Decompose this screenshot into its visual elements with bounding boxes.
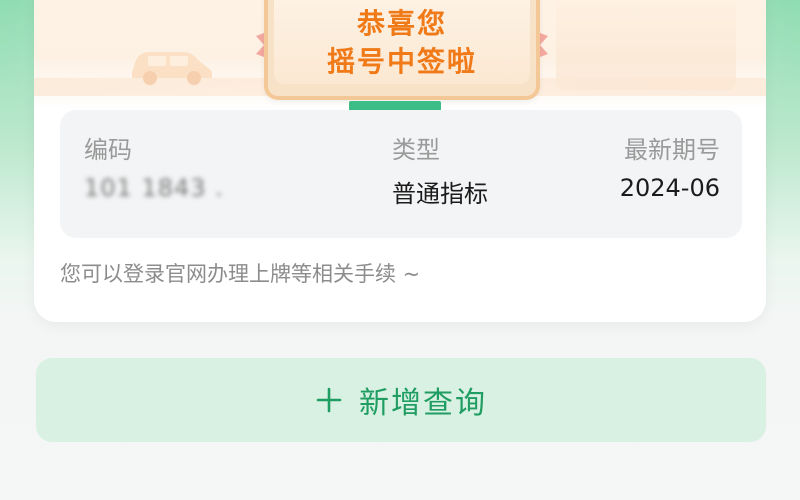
car-icon <box>132 52 212 85</box>
add-query-button[interactable]: 新增查询 <box>36 358 766 442</box>
congratulations-banner: 恭喜您 摇号中签啦 <box>264 0 540 100</box>
plus-icon <box>316 387 342 413</box>
type-value: 普通指标 <box>392 180 488 208</box>
banner-line-1: 恭喜您 <box>356 7 447 40</box>
period-value: 2024-06 <box>619 174 720 202</box>
add-query-label: 新增查询 <box>359 387 487 420</box>
type-label: 类型 <box>392 136 440 164</box>
result-info-box: 编码 101 1843 . 类型 普通指标 最新期号 2024-06 <box>60 110 742 238</box>
period-label: 最新期号 <box>624 136 720 164</box>
code-label: 编码 <box>84 136 132 164</box>
hint-text: 您可以登录官网办理上牌等相关手续 ~ <box>60 262 421 286</box>
banner-line-2: 摇号中签啦 <box>326 45 477 78</box>
banner-panel: 恭喜您 摇号中签啦 <box>274 0 530 84</box>
code-value: 101 1843 . <box>84 174 224 202</box>
city-illustration <box>556 0 736 90</box>
hero-illustration: 恭喜您 摇号中签啦 <box>34 0 766 111</box>
lottery-result-card: 恭喜您 摇号中签啦 编码 101 1843 . 类型 普通指标 最新期号 202… <box>34 0 766 322</box>
